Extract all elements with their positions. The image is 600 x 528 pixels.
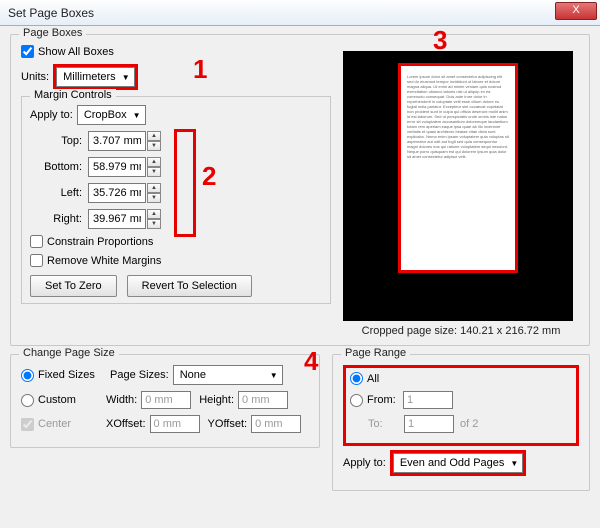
- chevron-down-icon: ▼: [270, 371, 278, 380]
- width-label: Width:: [106, 394, 137, 406]
- page-boxes-group: Page Boxes Show All Boxes Units: Millime…: [10, 34, 590, 346]
- bottom-label: Bottom:: [30, 161, 82, 173]
- left-input[interactable]: [88, 183, 146, 203]
- right-input[interactable]: [88, 209, 146, 229]
- crop-box-select[interactable]: CropBox ▼: [77, 105, 146, 125]
- top-spinner[interactable]: ▲▼: [147, 131, 161, 151]
- center-label: Center: [38, 418, 106, 430]
- fixed-sizes-radio[interactable]: [21, 369, 34, 382]
- remove-white-checkbox[interactable]: [30, 254, 43, 267]
- center-checkbox: [21, 418, 34, 431]
- margin-controls-group: Margin Controls Apply to: CropBox ▼ 2 To…: [21, 96, 331, 304]
- page-range-legend: Page Range: [341, 347, 410, 359]
- left-spinner[interactable]: ▲▼: [147, 183, 161, 203]
- from-radio[interactable]: [350, 394, 363, 407]
- page-boxes-legend: Page Boxes: [19, 27, 86, 39]
- margin-controls-legend: Margin Controls: [30, 89, 116, 101]
- page-sizes-value: None: [180, 369, 206, 381]
- of-label: of 2: [460, 418, 478, 430]
- page-sizes-label: Page Sizes:: [110, 369, 169, 381]
- xoffset-label: XOffset:: [106, 418, 146, 430]
- down-arrow-icon: ▼: [147, 141, 161, 151]
- units-label: Units:: [21, 71, 49, 83]
- right-spinner[interactable]: ▲▼: [147, 209, 161, 229]
- down-arrow-icon: ▼: [147, 219, 161, 229]
- close-button[interactable]: X: [555, 2, 597, 20]
- to-label: To:: [368, 418, 404, 430]
- revert-button[interactable]: Revert To Selection: [127, 275, 252, 297]
- height-label: Height:: [199, 394, 234, 406]
- chevron-down-icon: ▼: [122, 73, 130, 82]
- constrain-checkbox[interactable]: [30, 235, 43, 248]
- remove-white-label: Remove White Margins: [47, 255, 161, 267]
- window-title: Set Page Boxes: [8, 6, 94, 20]
- up-arrow-icon: ▲: [147, 183, 161, 193]
- page-sizes-select[interactable]: None ▼: [173, 365, 283, 385]
- all-label: All: [367, 373, 379, 385]
- units-select[interactable]: Millimeters ▼: [56, 67, 134, 87]
- chevron-down-icon: ▼: [510, 459, 518, 468]
- apply-to-range-label: Apply to:: [343, 457, 386, 469]
- down-arrow-icon: ▼: [147, 193, 161, 203]
- from-input: [403, 391, 453, 409]
- yoffset-input: [251, 415, 301, 433]
- constrain-label: Constrain Proportions: [47, 236, 153, 248]
- titlebar: Set Page Boxes X: [0, 0, 600, 26]
- units-value: Millimeters: [63, 71, 116, 83]
- yoffset-label: YOffset:: [208, 418, 248, 430]
- bottom-input[interactable]: [88, 157, 146, 177]
- right-label: Right:: [30, 213, 82, 225]
- xoffset-input: [150, 415, 200, 433]
- preview-caption: Cropped page size: 140.21 x 216.72 mm: [343, 325, 579, 337]
- top-input[interactable]: [88, 131, 146, 151]
- annotation-4: 4: [304, 346, 318, 377]
- width-input: [141, 391, 191, 409]
- fixed-sizes-label: Fixed Sizes: [38, 369, 110, 381]
- down-arrow-icon: ▼: [147, 167, 161, 177]
- change-page-size-group: Change Page Size Fixed Sizes Page Sizes:…: [10, 354, 320, 448]
- show-all-boxes-label: Show All Boxes: [38, 46, 114, 58]
- show-all-boxes-checkbox[interactable]: [21, 45, 34, 58]
- all-radio[interactable]: [350, 372, 363, 385]
- apply-to-range-value: Even and Odd Pages: [400, 457, 505, 469]
- bottom-spinner[interactable]: ▲▼: [147, 157, 161, 177]
- custom-label: Custom: [38, 394, 106, 406]
- page-range-group: Page Range All From: To: of 2 A: [332, 354, 590, 491]
- apply-to-label: Apply to:: [30, 109, 73, 121]
- preview-page: Lorem ipsum dolor sit amet consectetur a…: [398, 63, 518, 273]
- height-input: [238, 391, 288, 409]
- up-arrow-icon: ▲: [147, 209, 161, 219]
- annotation-2: 2: [202, 161, 216, 192]
- close-icon: X: [572, 4, 579, 16]
- page-preview: Lorem ipsum dolor sit amet consectetur a…: [343, 51, 573, 321]
- annotation-1: 1: [193, 54, 207, 85]
- up-arrow-icon: ▲: [147, 131, 161, 141]
- top-label: Top:: [30, 135, 82, 147]
- from-label: From:: [367, 394, 403, 406]
- chevron-down-icon: ▼: [133, 111, 141, 120]
- left-label: Left:: [30, 187, 82, 199]
- to-input: [404, 415, 454, 433]
- up-arrow-icon: ▲: [147, 157, 161, 167]
- custom-radio[interactable]: [21, 394, 34, 407]
- apply-to-range-select[interactable]: Even and Odd Pages ▼: [393, 453, 524, 473]
- change-page-size-legend: Change Page Size: [19, 347, 119, 359]
- set-to-zero-button[interactable]: Set To Zero: [30, 275, 117, 297]
- crop-box-value: CropBox: [84, 109, 127, 121]
